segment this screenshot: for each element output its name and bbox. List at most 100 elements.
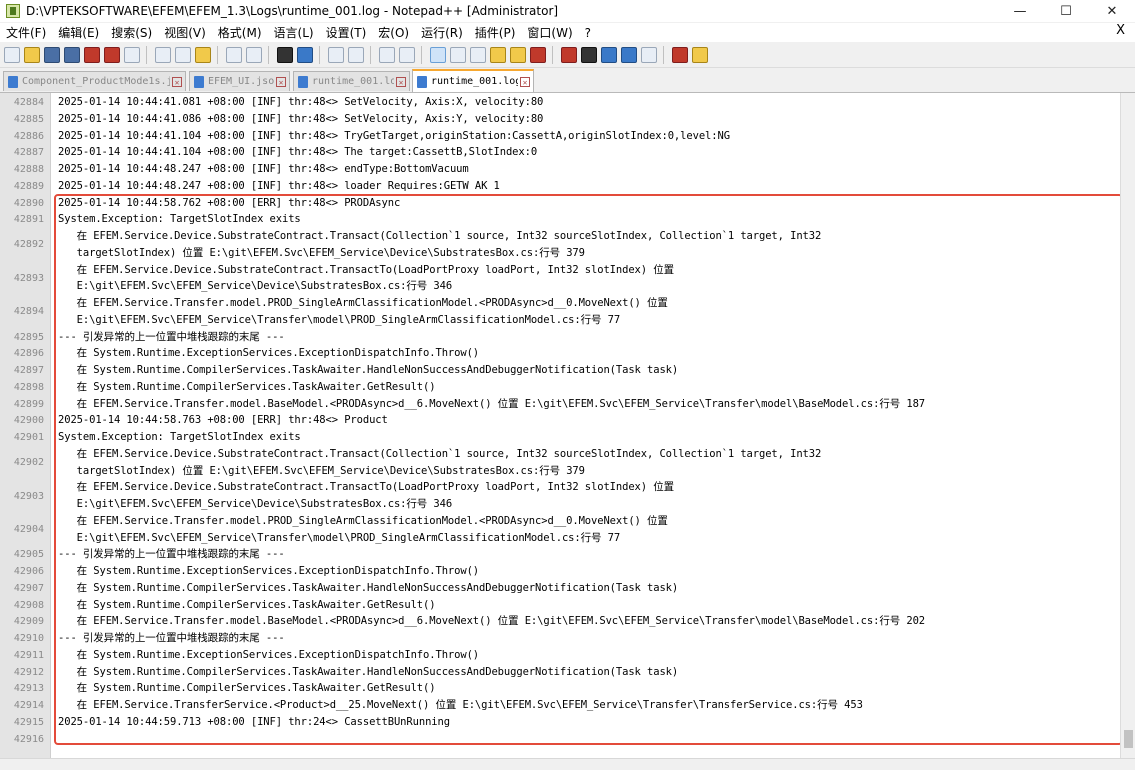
paste-icon[interactable] bbox=[195, 46, 211, 63]
log-line[interactable]: 42894 在 EFEM.Service.Transfer.model.PROD… bbox=[0, 295, 1120, 329]
line-text: 在 EFEM.Service.Device.SubstrateContract.… bbox=[58, 481, 675, 494]
run-macro-multiple-icon[interactable] bbox=[621, 46, 637, 63]
log-line[interactable]: 42896 在 System.Runtime.ExceptionServices… bbox=[0, 345, 1120, 362]
log-line[interactable]: 42916 bbox=[0, 731, 1120, 748]
log-line[interactable]: 42898 在 System.Runtime.CompilerServices.… bbox=[0, 379, 1120, 396]
log-line[interactable]: 42893 在 EFEM.Service.Device.SubstrateCon… bbox=[0, 262, 1120, 296]
replace-icon[interactable] bbox=[297, 46, 313, 63]
document-map-icon[interactable] bbox=[510, 46, 526, 63]
log-line[interactable]: 42913 在 System.Runtime.CompilerServices.… bbox=[0, 680, 1120, 697]
log-line[interactable]: 42902 在 EFEM.Service.Device.SubstrateCon… bbox=[0, 446, 1120, 480]
minimize-button[interactable]: — bbox=[997, 0, 1043, 22]
log-line[interactable]: 42892 在 EFEM.Service.Device.SubstrateCon… bbox=[0, 228, 1120, 262]
log-line[interactable]: 42885 2025-01-14 10:44:41.086 +08:00 [INF… bbox=[0, 111, 1120, 128]
menu-edit[interactable]: 编辑(E) bbox=[52, 24, 105, 41]
log-line[interactable]: 42895 --- 引发异常的上一位置中堆栈跟踪的末尾 --- bbox=[0, 329, 1120, 346]
save-icon[interactable] bbox=[44, 46, 60, 63]
log-line[interactable]: 42884 2025-01-14 10:44:41.081 +08:00 [INF… bbox=[0, 94, 1120, 111]
zoom-out-icon[interactable] bbox=[348, 46, 364, 63]
scrollbar-thumb[interactable] bbox=[1124, 730, 1133, 748]
menu-help[interactable]: ? bbox=[579, 26, 597, 40]
playback-macro-icon[interactable] bbox=[601, 46, 617, 63]
log-line[interactable]: 42888 2025-01-14 10:44:48.247 +08:00 [INF… bbox=[0, 161, 1120, 178]
line-text: 2025-01-14 10:44:48.247 +08:00 [INF] thr… bbox=[58, 179, 500, 192]
log-line[interactable]: 42903 在 EFEM.Service.Device.SubstrateCon… bbox=[0, 479, 1120, 513]
zoom-in-icon[interactable] bbox=[328, 46, 344, 63]
log-line[interactable]: 42891 System.Exception: TargetSlotIndex e… bbox=[0, 211, 1120, 228]
editor-area[interactable]: 42884 2025-01-14 10:44:41.081 +08:00 [INF… bbox=[0, 93, 1120, 758]
menu-run[interactable]: 运行(R) bbox=[415, 24, 469, 41]
line-text: 在 System.Runtime.CompilerServices.TaskAw… bbox=[58, 380, 436, 393]
tab-runtime-log-active[interactable]: runtime_001.log ✕ bbox=[412, 69, 534, 92]
record-macro-icon[interactable] bbox=[561, 46, 577, 63]
log-line[interactable]: 42900 2025-01-14 10:44:58.763 +08:00 [ERR… bbox=[0, 412, 1120, 429]
indent-guide-icon[interactable] bbox=[470, 46, 486, 63]
log-line[interactable]: 42911 在 System.Runtime.ExceptionServices… bbox=[0, 647, 1120, 664]
menu-search[interactable]: 搜索(S) bbox=[105, 24, 158, 41]
undo-icon[interactable] bbox=[226, 46, 242, 63]
close-file-icon[interactable] bbox=[84, 46, 100, 63]
menu-plugins[interactable]: 插件(P) bbox=[469, 24, 522, 41]
menu-file[interactable]: 文件(F) bbox=[0, 24, 52, 41]
vertical-scrollbar[interactable] bbox=[1120, 93, 1135, 758]
find-icon[interactable] bbox=[277, 46, 293, 63]
line-number: 42915 bbox=[13, 716, 44, 728]
tab-close-icon[interactable]: ✕ bbox=[520, 76, 530, 87]
menu-language[interactable]: 语言(L) bbox=[268, 24, 320, 41]
stop-record-icon[interactable] bbox=[581, 46, 597, 63]
close-document-button[interactable]: X bbox=[1116, 23, 1125, 38]
tab-close-icon[interactable]: ✕ bbox=[276, 76, 286, 87]
line-text: 2025-01-14 10:44:41.081 +08:00 [INF] thr… bbox=[58, 96, 544, 108]
copy-icon[interactable] bbox=[175, 46, 191, 63]
tab-close-icon[interactable]: ✕ bbox=[172, 76, 182, 87]
open-file-icon[interactable] bbox=[24, 46, 40, 63]
sync-horizontal-icon[interactable] bbox=[399, 46, 415, 63]
word-wrap-icon[interactable] bbox=[430, 46, 446, 63]
new-file-icon[interactable] bbox=[4, 46, 20, 63]
sync-vertical-icon[interactable] bbox=[379, 46, 395, 63]
menu-window[interactable]: 窗口(W) bbox=[521, 24, 578, 41]
log-line[interactable]: 42905 --- 引发异常的上一位置中堆栈跟踪的末尾 --- bbox=[0, 546, 1120, 563]
cut-icon[interactable] bbox=[155, 46, 171, 63]
folder-as-workspace-icon[interactable] bbox=[490, 46, 506, 63]
log-line[interactable]: 42912 在 System.Runtime.CompilerServices.… bbox=[0, 664, 1120, 681]
horizontal-scrollbar[interactable] bbox=[0, 758, 1135, 770]
log-line[interactable]: 42914 在 EFEM.Service.TransferService.<Pr… bbox=[0, 697, 1120, 714]
show-all-chars-icon[interactable] bbox=[450, 46, 466, 63]
log-line[interactable]: 42910 --- 引发异常的上一位置中堆栈跟踪的末尾 --- bbox=[0, 630, 1120, 647]
line-number: 42889 bbox=[13, 180, 44, 192]
menu-macro[interactable]: 宏(O) bbox=[372, 24, 415, 41]
log-line[interactable]: 42906 在 System.Runtime.ExceptionServices… bbox=[0, 563, 1120, 580]
line-text: --- 引发异常的上一位置中堆栈跟踪的末尾 --- bbox=[58, 330, 285, 343]
spell-check-icon[interactable] bbox=[672, 46, 688, 63]
log-line[interactable]: 42915 2025-01-14 10:44:59.713 +08:00 [INF… bbox=[0, 714, 1120, 731]
print-icon[interactable] bbox=[124, 46, 140, 63]
log-line[interactable]: 42907 在 System.Runtime.CompilerServices.… bbox=[0, 580, 1120, 597]
tab-runtime-log-1[interactable]: runtime_001.log ✕ bbox=[293, 71, 410, 91]
log-line[interactable]: 42909 在 EFEM.Service.Transfer.model.Base… bbox=[0, 613, 1120, 630]
plugin-icon[interactable] bbox=[692, 46, 708, 63]
log-line[interactable]: 42901 System.Exception: TargetSlotIndex e… bbox=[0, 429, 1120, 446]
close-all-icon[interactable] bbox=[104, 46, 120, 63]
function-list-icon[interactable] bbox=[530, 46, 546, 63]
log-line[interactable]: 42897 在 System.Runtime.CompilerServices.… bbox=[0, 362, 1120, 379]
log-line[interactable]: 42889 2025-01-14 10:44:48.247 +08:00 [INF… bbox=[0, 178, 1120, 195]
tab-efem-ui-json[interactable]: EFEM_UI.json ✕ bbox=[189, 71, 290, 91]
log-line[interactable]: 42890 2025-01-14 10:44:58.762 +08:00 [ERR… bbox=[0, 195, 1120, 212]
save-all-icon[interactable] bbox=[64, 46, 80, 63]
line-number: 42897 bbox=[13, 365, 44, 376]
menu-view[interactable]: 视图(V) bbox=[158, 24, 212, 41]
log-line[interactable]: 42886 2025-01-14 10:44:41.104 +08:00 [INF… bbox=[0, 128, 1120, 145]
log-line[interactable]: 42908 在 System.Runtime.CompilerServices.… bbox=[0, 597, 1120, 614]
log-line[interactable]: 42899 在 EFEM.Service.Transfer.model.Base… bbox=[0, 396, 1120, 413]
tab-component-productmodels[interactable]: Component_ProductMode1s.json ✕ bbox=[3, 71, 186, 91]
save-macro-icon[interactable] bbox=[641, 46, 657, 63]
menu-settings[interactable]: 设置(T) bbox=[320, 24, 373, 41]
maximize-button[interactable]: ☐ bbox=[1043, 0, 1089, 22]
log-line[interactable]: 42904 在 EFEM.Service.Transfer.model.PROD… bbox=[0, 513, 1120, 547]
redo-icon[interactable] bbox=[246, 46, 262, 63]
tab-close-icon[interactable]: ✕ bbox=[396, 76, 406, 87]
close-button[interactable]: ✕ bbox=[1089, 0, 1135, 22]
menu-format[interactable]: 格式(M) bbox=[212, 24, 268, 41]
log-line[interactable]: 42887 2025-01-14 10:44:41.104 +08:00 [INF… bbox=[0, 144, 1120, 161]
